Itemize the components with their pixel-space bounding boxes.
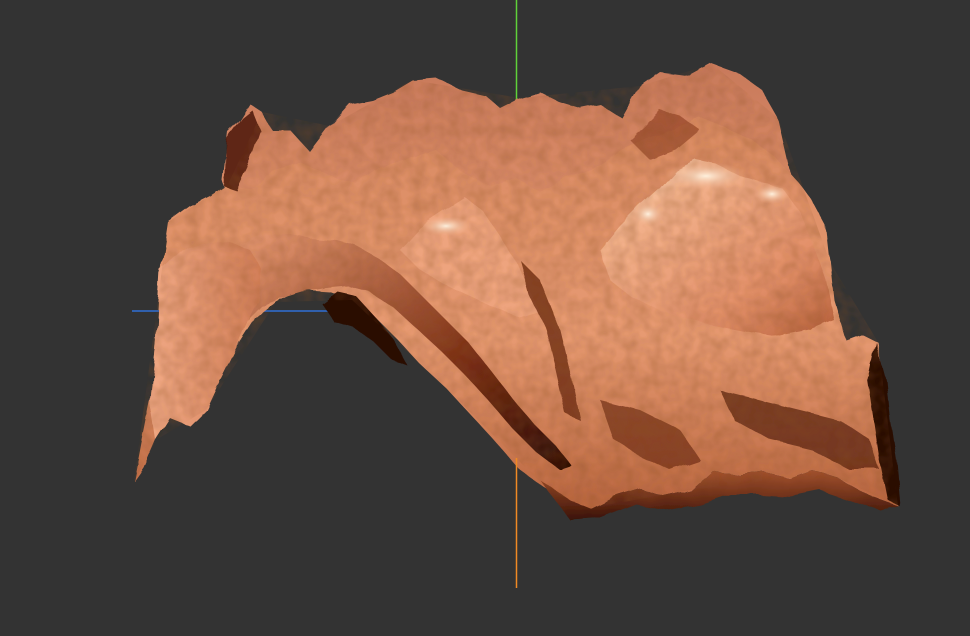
terrain-scene[interactable] [0, 0, 970, 636]
terrain-highlight-right-3 [632, 202, 664, 226]
terrain-highlight-right-2 [754, 184, 790, 204]
terrain-highlight-right [664, 162, 748, 190]
3d-viewport[interactable] [0, 0, 970, 636]
terrain-highlight-middle [420, 216, 472, 236]
